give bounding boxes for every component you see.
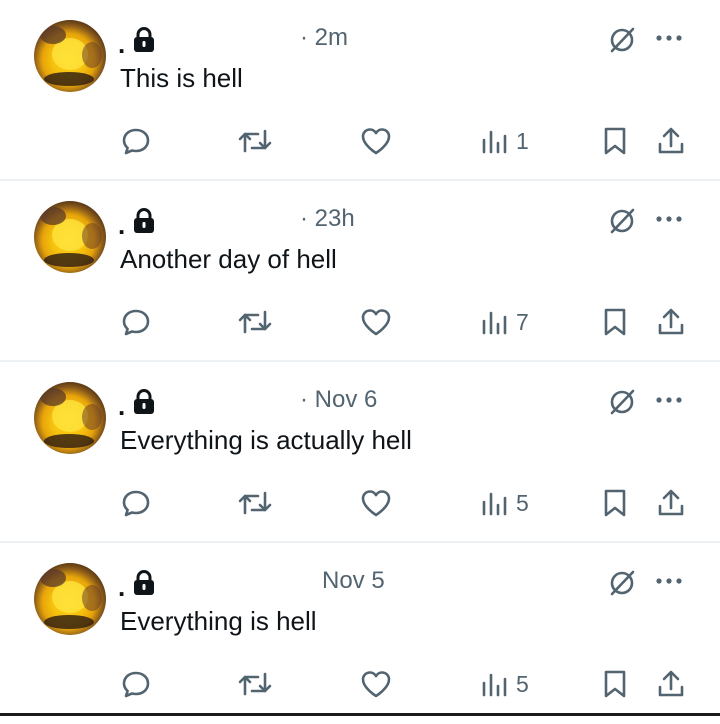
heart-icon	[360, 307, 392, 337]
share-button[interactable]	[656, 667, 686, 701]
grok-icon[interactable]	[608, 569, 636, 597]
lock-icon	[133, 389, 155, 415]
tweet-actions: 5	[0, 480, 720, 524]
grok-icon[interactable]	[608, 207, 636, 235]
more-icon[interactable]	[654, 28, 684, 48]
retweet-icon	[236, 487, 274, 519]
author-row: .	[118, 203, 155, 239]
views-button[interactable]: 7	[480, 305, 529, 339]
reply-icon	[120, 306, 152, 338]
bookmark-icon	[602, 488, 628, 518]
avatar[interactable]	[34, 563, 106, 635]
avatar[interactable]	[34, 382, 106, 454]
lock-icon	[133, 27, 155, 53]
reply-icon	[120, 125, 152, 157]
author-row: .	[118, 22, 155, 58]
author-name[interactable]: .	[118, 574, 125, 600]
views-button[interactable]: 5	[480, 667, 529, 701]
retweet-button[interactable]	[236, 305, 274, 339]
like-button[interactable]	[360, 486, 392, 520]
tweet-text: This is hell	[120, 63, 243, 93]
share-button[interactable]	[656, 305, 686, 339]
tweet-timestamp[interactable]: Nov 5	[322, 567, 385, 595]
author-name[interactable]: .	[118, 393, 125, 419]
lock-icon	[133, 208, 155, 234]
author-row: .	[118, 565, 155, 601]
tweet-timestamp[interactable]: · 2m	[300, 24, 348, 52]
lock-icon	[133, 570, 155, 596]
views-icon	[480, 669, 510, 699]
tweet[interactable]: . · Nov 6 Everything is actually hell 5	[0, 362, 720, 543]
reply-button[interactable]	[120, 124, 152, 158]
author-name[interactable]: .	[118, 31, 125, 57]
author-name[interactable]: .	[118, 212, 125, 238]
tweet-actions: 7	[0, 299, 720, 343]
share-icon	[656, 307, 686, 337]
more-icon[interactable]	[654, 209, 684, 229]
tweet-timestamp[interactable]: · Nov 6	[300, 386, 377, 414]
bookmark-button[interactable]	[602, 124, 628, 158]
views-count: 1	[516, 127, 529, 154]
reply-icon	[120, 668, 152, 700]
grok-icon[interactable]	[608, 26, 636, 54]
tweet-timestamp[interactable]: · 23h	[300, 205, 355, 233]
timeline-feed: . · 2m This is hell 1 . · 23h Another da…	[0, 0, 720, 716]
retweet-icon	[236, 125, 274, 157]
retweet-icon	[236, 306, 274, 338]
bookmark-button[interactable]	[602, 486, 628, 520]
views-count: 5	[516, 670, 529, 697]
retweet-button[interactable]	[236, 124, 274, 158]
share-button[interactable]	[656, 124, 686, 158]
bookmark-button[interactable]	[602, 667, 628, 701]
more-icon[interactable]	[654, 571, 684, 591]
share-button[interactable]	[656, 486, 686, 520]
retweet-button[interactable]	[236, 486, 274, 520]
author-row: .	[118, 384, 155, 420]
tweet[interactable]: . Nov 5 Everything is hell 5	[0, 543, 720, 724]
bookmark-icon	[602, 307, 628, 337]
views-icon	[480, 126, 510, 156]
tweet-text: Everything is actually hell	[120, 425, 412, 455]
avatar[interactable]	[34, 201, 106, 273]
tweet[interactable]: . · 2m This is hell 1	[0, 0, 720, 181]
bookmark-icon	[602, 126, 628, 156]
views-count: 7	[516, 308, 529, 335]
share-icon	[656, 126, 686, 156]
more-icon[interactable]	[654, 390, 684, 410]
views-count: 5	[516, 489, 529, 516]
bookmark-icon	[602, 669, 628, 699]
tweet[interactable]: . · 23h Another day of hell 7	[0, 181, 720, 362]
tweet-actions: 1	[0, 118, 720, 162]
views-icon	[480, 307, 510, 337]
heart-icon	[360, 669, 392, 699]
reply-button[interactable]	[120, 305, 152, 339]
like-button[interactable]	[360, 667, 392, 701]
tweet-text: Everything is hell	[120, 606, 317, 636]
like-button[interactable]	[360, 124, 392, 158]
views-icon	[480, 488, 510, 518]
heart-icon	[360, 488, 392, 518]
tweet-actions: 5	[0, 661, 720, 705]
reply-button[interactable]	[120, 667, 152, 701]
retweet-button[interactable]	[236, 667, 274, 701]
reply-button[interactable]	[120, 486, 152, 520]
retweet-icon	[236, 668, 274, 700]
avatar[interactable]	[34, 20, 106, 92]
grok-icon[interactable]	[608, 388, 636, 416]
reply-icon	[120, 487, 152, 519]
heart-icon	[360, 126, 392, 156]
bookmark-button[interactable]	[602, 305, 628, 339]
share-icon	[656, 669, 686, 699]
views-button[interactable]: 1	[480, 124, 529, 158]
tweet-text: Another day of hell	[120, 244, 337, 274]
like-button[interactable]	[360, 305, 392, 339]
views-button[interactable]: 5	[480, 486, 529, 520]
share-icon	[656, 488, 686, 518]
